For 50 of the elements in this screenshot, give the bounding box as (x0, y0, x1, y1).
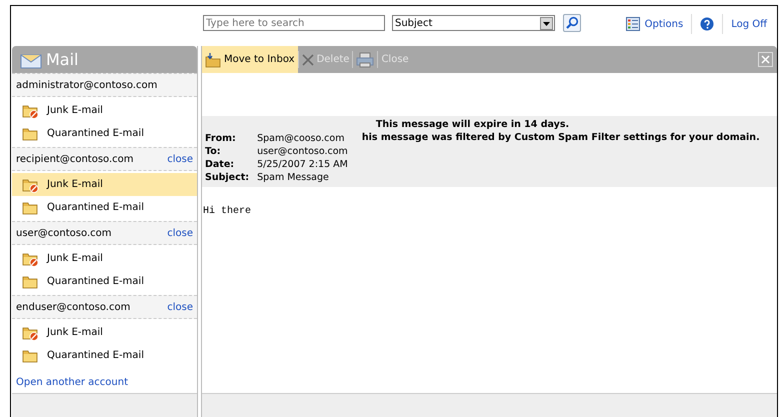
search-icon (565, 16, 579, 30)
account-email: administrator@contoso.com (16, 80, 158, 90)
folder-icon (22, 126, 40, 142)
junk-folder-icon (22, 176, 40, 192)
printer-icon (356, 52, 374, 68)
help-icon (700, 17, 714, 31)
help-button[interactable] (700, 17, 714, 31)
folder-arrow-icon (205, 52, 221, 68)
header-label: From: (205, 133, 237, 144)
junk-folder-icon (22, 102, 40, 118)
close-link[interactable]: close (167, 154, 193, 164)
folder-item[interactable]: Quarantined E-mail (12, 270, 197, 293)
header-value: 5/25/2007 2:15 AM (257, 159, 348, 170)
folder-icon (22, 274, 40, 290)
header-label: Subject: (205, 172, 250, 183)
close-icon (761, 55, 770, 64)
folder-item[interactable]: Quarantined E-mail (12, 122, 197, 145)
message-body: Hi there (202, 206, 252, 217)
folder-item[interactable]: Quarantined E-mail (12, 196, 197, 219)
folder-item[interactable]: Quarantined E-mail (12, 344, 197, 367)
move-to-inbox-button[interactable]: Move to Inbox (202, 46, 298, 73)
options-link[interactable]: Options (626, 17, 684, 31)
header-label: To: (205, 146, 222, 157)
search-field[interactable]: Type here to search (203, 15, 385, 31)
header-label: Date: (205, 159, 236, 170)
log-off-link[interactable]: Log Off (731, 18, 767, 30)
junk-folder-icon (22, 250, 40, 266)
x-icon (302, 54, 314, 66)
notice-text: This message will expire in 14 days. (374, 119, 570, 130)
folder-item[interactable]: Junk E-mail (12, 173, 197, 196)
sidebar-title: Mail (46, 50, 78, 69)
list-icon (626, 17, 640, 31)
close-link[interactable]: close (167, 302, 193, 312)
close-link[interactable]: close (167, 228, 193, 238)
folder-icon (22, 348, 40, 364)
folder-item[interactable]: Junk E-mail (12, 321, 197, 344)
scope-dropdown[interactable]: Subject (392, 15, 555, 31)
folder-item[interactable]: Junk E-mail (12, 99, 197, 122)
account-email: user@contoso.com (16, 228, 112, 238)
search-button[interactable] (563, 14, 581, 32)
open-account-link[interactable]: Open another account (12, 377, 197, 393)
header-value: user@contoso.com (257, 146, 348, 157)
folder-icon (22, 200, 40, 216)
account-email: recipient@contoso.com (16, 154, 134, 164)
header-value: Spam Message (257, 172, 330, 183)
notice-text: his message was filtered by Custom Spam Filter settings for your domain. (362, 132, 760, 143)
header-value: Spam@cooso.com (257, 133, 346, 144)
junk-folder-icon (22, 324, 40, 340)
account-email: enduser@contoso.com (16, 302, 130, 312)
folder-item[interactable]: Junk E-mail (12, 247, 197, 270)
